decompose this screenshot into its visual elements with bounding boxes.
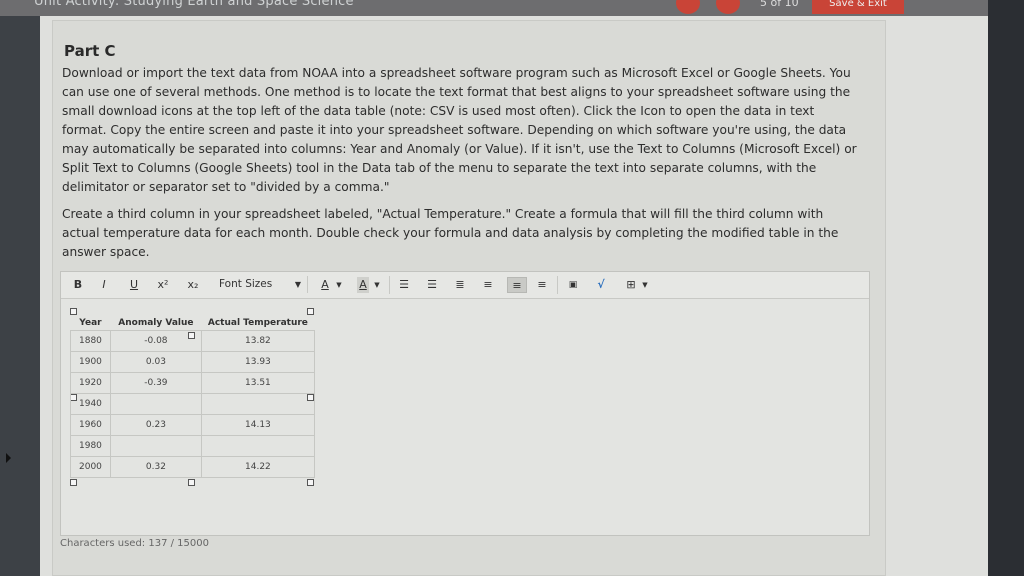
table-cell[interactable]: 14.13 — [200, 414, 315, 436]
table-cell[interactable]: 1980 — [70, 435, 111, 457]
table-icon[interactable]: ⊞ — [623, 277, 639, 293]
previous-button[interactable] — [676, 0, 700, 14]
page-counter: 5 of 10 — [760, 0, 799, 9]
column-header: Anomaly Value — [118, 318, 194, 328]
column-header: Year — [79, 318, 102, 328]
bold-button[interactable]: B — [71, 277, 85, 293]
table-cell[interactable]: 13.82 — [200, 330, 315, 352]
underline-button[interactable]: U — [127, 277, 141, 293]
superscript-button[interactable]: x² — [155, 277, 171, 293]
editor-toolbar: B I U x² x₂ Font Sizes ▼ A ▼ A ▼ ☰ ☰ ≣ ≡… — [61, 272, 869, 299]
font-size-select[interactable]: Font Sizes ▼ — [211, 276, 308, 293]
chevron-down-icon[interactable]: ▼ — [373, 277, 381, 293]
right-margin — [988, 0, 1024, 576]
table-cell[interactable]: 13.51 — [200, 372, 315, 394]
top-bar: Unit Activity: Studying Earth and Space … — [0, 0, 1024, 16]
resize-handle[interactable] — [307, 308, 314, 315]
left-margin — [0, 16, 40, 576]
table-cell[interactable] — [109, 435, 202, 457]
toolbar-divider — [389, 276, 390, 294]
table-cell[interactable]: 1900 — [70, 351, 111, 373]
table-cell[interactable]: 14.22 — [200, 456, 315, 478]
align-right-icon[interactable]: ≡ — [535, 277, 549, 293]
part-title: Part C — [64, 42, 116, 60]
image-icon[interactable]: ▣ — [565, 277, 581, 293]
resize-handle[interactable] — [70, 308, 77, 315]
column-header: Actual Temperature — [207, 318, 308, 328]
table-cell[interactable]: 0.03 — [109, 351, 202, 373]
table-cell[interactable]: 1940 — [70, 393, 111, 415]
unit-title: Unit Activity: Studying Earth and Space … — [34, 0, 354, 9]
resize-handle[interactable] — [307, 479, 314, 486]
toolbar-divider — [557, 276, 558, 294]
table-row: 1960 0.23 14.13 — [70, 414, 315, 436]
table-header-row: Year Anomaly Value Actual Temperature — [71, 316, 315, 331]
numbered-list-icon[interactable]: ☰ — [425, 277, 439, 293]
table-cell[interactable] — [200, 393, 315, 415]
table-row: 1920 -0.39 13.51 — [70, 372, 315, 394]
highlight-color-button[interactable]: A — [357, 277, 369, 293]
table-row: 1940 — [70, 393, 315, 415]
italic-button[interactable]: I — [97, 277, 111, 293]
indent-icon[interactable]: ≣ — [453, 277, 467, 293]
next-button[interactable] — [716, 0, 740, 14]
table-row: 1980 — [70, 435, 315, 457]
table-cell[interactable]: 0.32 — [109, 456, 202, 478]
table-cell[interactable] — [109, 393, 202, 415]
instructions-paragraph-2: Create a third column in your spreadshee… — [62, 207, 839, 259]
answer-table[interactable]: Year Anomaly Value Actual Temperature 18… — [70, 316, 315, 478]
align-center-icon[interactable]: ≡ — [507, 277, 527, 293]
table-cell[interactable]: 2000 — [70, 456, 111, 478]
resize-handle[interactable] — [70, 479, 77, 486]
table-cell[interactable]: -0.39 — [109, 372, 202, 394]
table-row: 1880 -0.08 13.82 — [70, 330, 315, 352]
chevron-down-icon[interactable]: ▼ — [335, 277, 343, 293]
table-row: 1900 0.03 13.93 — [70, 351, 315, 373]
table-cell[interactable]: 1920 — [70, 372, 111, 394]
table-cell[interactable]: 1960 — [70, 414, 111, 436]
table-cell[interactable] — [200, 435, 315, 457]
table-row: 2000 0.32 14.22 — [70, 456, 315, 478]
mouse-cursor-icon — [6, 453, 11, 463]
subscript-button[interactable]: x₂ — [185, 277, 201, 293]
math-icon[interactable]: √ — [593, 277, 609, 293]
font-color-button[interactable]: A — [319, 277, 331, 293]
answer-editor[interactable]: B I U x² x₂ Font Sizes ▼ A ▼ A ▼ ☰ ☰ ≣ ≡… — [60, 271, 870, 536]
bullet-list-icon[interactable]: ☰ — [397, 277, 411, 293]
chevron-down-icon[interactable]: ▼ — [641, 277, 649, 293]
character-count: Characters used: 137 / 15000 — [60, 538, 209, 549]
resize-handle[interactable] — [188, 479, 195, 486]
table-cell[interactable]: 13.93 — [200, 351, 315, 373]
save-exit-button[interactable]: Save & Exit — [812, 0, 904, 14]
chevron-down-icon: ▼ — [294, 280, 301, 289]
table-cell[interactable]: 1880 — [70, 330, 111, 352]
align-left-icon[interactable]: ≡ — [481, 277, 495, 293]
font-size-label: Font Sizes — [219, 278, 273, 290]
table-cell[interactable]: -0.08 — [109, 330, 202, 352]
instructions-paragraph-1: Download or import the text data from NO… — [62, 66, 857, 194]
table-cell[interactable]: 0.23 — [109, 414, 202, 436]
